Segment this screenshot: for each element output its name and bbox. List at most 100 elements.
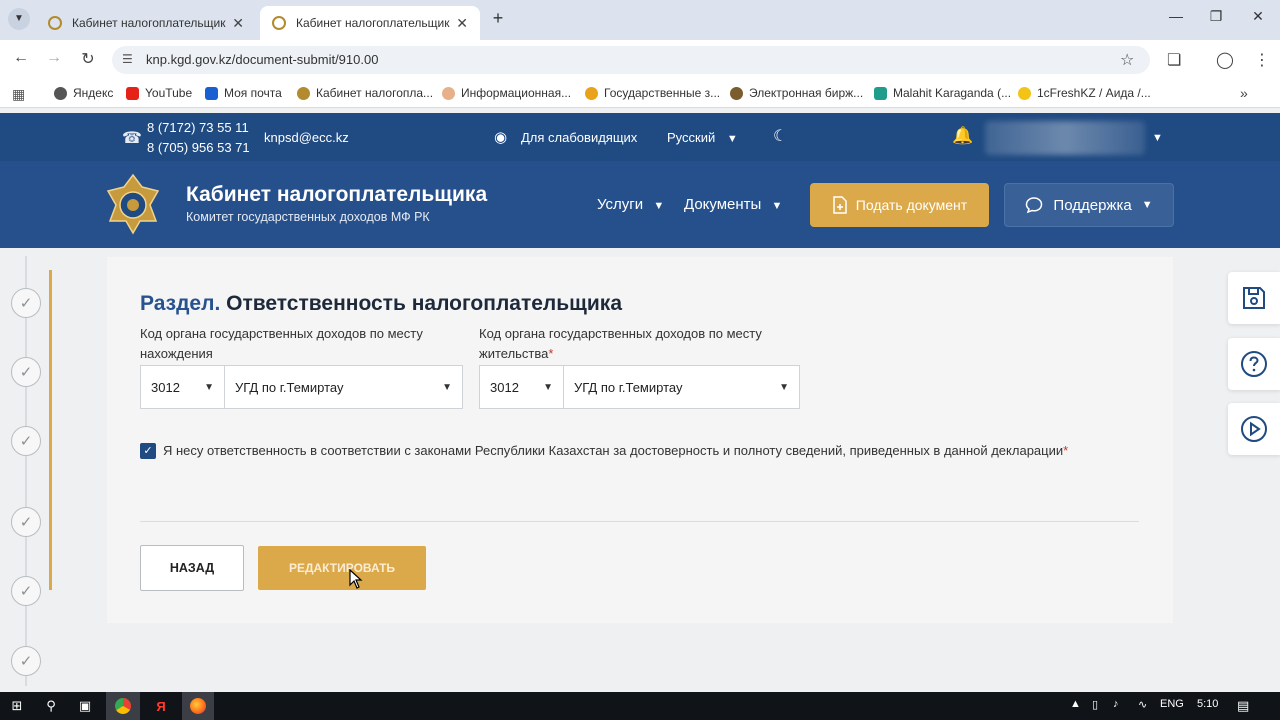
blurred-user-name[interactable]: [985, 121, 1145, 155]
step-6-check-icon[interactable]: ✓: [11, 646, 41, 676]
location-code-value: 3012: [151, 379, 180, 395]
edit-button[interactable]: РЕДАКТИРОВАТЬ: [258, 546, 426, 590]
system-clock[interactable]: 5:10: [1197, 698, 1218, 710]
tab-title: Кабинет налогоплательщика: [296, 16, 451, 30]
location-field-label: Код органа государственных доходов по ме…: [140, 326, 423, 361]
firefox-taskbar-icon[interactable]: [182, 692, 214, 720]
menu-services[interactable]: Услуги ▼: [597, 196, 664, 213]
new-tab-plus-icon[interactable]: +: [488, 8, 508, 29]
tab-search-chevron-icon[interactable]: ▼: [8, 8, 30, 30]
save-floppy-icon: [1243, 287, 1265, 309]
bookmark-cabinet[interactable]: Кабинет налогопла...: [297, 86, 433, 100]
video-guide-button[interactable]: [1228, 403, 1280, 455]
windows-start-icon[interactable]: ⊞: [6, 692, 28, 720]
yandex-browser-icon[interactable]: Я: [148, 692, 174, 720]
profile-icon[interactable]: ◯: [1216, 50, 1234, 70]
keyboard-language[interactable]: ENG: [1160, 698, 1184, 710]
section-title: Раздел. Ответственность налогоплательщик…: [140, 292, 622, 316]
help-button[interactable]: [1228, 338, 1280, 390]
step-3-check-icon[interactable]: ✓: [11, 426, 41, 456]
site-favicon-icon: [272, 16, 286, 30]
task-view-icon[interactable]: ▣: [73, 692, 97, 720]
browser-tab-2[interactable]: Кабинет налогоплательщика ✕: [260, 6, 480, 40]
bookmark-star-icon[interactable]: ☆: [1120, 50, 1134, 70]
chevron-down-icon: ▼: [726, 133, 738, 145]
bookmark-yandex[interactable]: Яндекс: [54, 86, 113, 100]
bookmark-youtube[interactable]: YouTube: [126, 86, 192, 100]
menu-documents[interactable]: Документы ▼: [684, 196, 782, 213]
notification-bell-icon[interactable]: 🔔: [952, 126, 973, 146]
bookmark-malahit[interactable]: Malahit Karaganda (...: [874, 86, 1011, 100]
reload-icon[interactable]: ↻: [77, 49, 99, 69]
user-menu-chevron-icon[interactable]: ▼: [1152, 132, 1163, 144]
phone-icon: ☎: [122, 130, 142, 147]
site-subtitle: Комитет государственных доходов МФ РК: [186, 210, 430, 224]
responsibility-checkbox[interactable]: ✓: [140, 443, 156, 459]
bookmark-exchange[interactable]: Электронная бирж...: [730, 86, 863, 100]
notifications-icon[interactable]: ▤: [1237, 698, 1249, 714]
location-code-select[interactable]: 3012 ▼: [140, 365, 225, 409]
site-title[interactable]: Кабинет налогоплательщика: [186, 183, 487, 207]
site-favicon-icon: [48, 16, 62, 30]
steps-rail: [25, 256, 27, 686]
menu-documents-label: Документы: [684, 196, 762, 213]
wifi-icon[interactable]: ∿: [1138, 698, 1147, 711]
minimize-window-icon[interactable]: —: [1166, 8, 1186, 24]
bookmark-1cfresh[interactable]: 1cFreshKZ / Аида /...: [1018, 86, 1151, 100]
mouse-cursor-icon: [349, 569, 363, 589]
residence-name-select[interactable]: УГД по г.Темиртау ▼: [563, 365, 800, 409]
bookmark-mail[interactable]: Моя почта: [205, 86, 282, 100]
back-button[interactable]: НАЗАД: [140, 545, 244, 591]
save-draft-button[interactable]: [1228, 272, 1280, 324]
location-name-value: УГД по г.Темиртау: [235, 379, 344, 395]
current-step-indicator: [49, 270, 52, 590]
apps-grid-icon[interactable]: ▦: [12, 86, 25, 103]
globe-icon: [54, 86, 67, 100]
location-name-select[interactable]: УГД по г.Темиртау ▼: [224, 365, 463, 409]
extensions-puzzle-icon[interactable]: ❏: [1167, 50, 1181, 70]
dark-mode-moon-icon[interactable]: ☾: [773, 126, 787, 146]
support-button[interactable]: Поддержка ▼: [1004, 183, 1174, 227]
close-tab-icon[interactable]: ✕: [232, 15, 244, 32]
chevron-down-icon: ▼: [1141, 199, 1153, 211]
question-circle-icon: [1241, 351, 1267, 377]
restore-window-icon[interactable]: ❐: [1206, 8, 1226, 25]
residence-name-value: УГД по г.Темиртау: [574, 379, 683, 395]
phone-number-2[interactable]: 8 (705) 956 53 71: [147, 140, 250, 155]
exchange-site-icon: [730, 86, 743, 100]
step-5-check-icon[interactable]: ✓: [11, 576, 41, 606]
accessibility-link[interactable]: Для слабовидящих: [521, 130, 637, 145]
submit-document-button[interactable]: Подать документ: [810, 183, 989, 227]
tray-chevron-up-icon[interactable]: ▲: [1070, 698, 1081, 710]
step-2-check-icon[interactable]: ✓: [11, 357, 41, 387]
phone-number-1[interactable]: 8 (7172) 73 55 11: [147, 120, 249, 135]
url-text[interactable]: knp.kgd.gov.kz/document-submit/910.00: [146, 52, 378, 67]
step-1-check-icon[interactable]: ✓: [11, 288, 41, 318]
responsibility-checkbox-label[interactable]: Я несу ответственность в соответствии с …: [163, 443, 1068, 458]
state-revenue-emblem-icon[interactable]: [106, 173, 160, 235]
step-4-check-icon[interactable]: ✓: [11, 507, 41, 537]
malahit-site-icon: [874, 86, 887, 100]
forward-arrow-icon[interactable]: →: [43, 49, 65, 67]
support-email[interactable]: knpsd@ecc.kz: [264, 130, 349, 145]
eye-icon: ◉: [494, 129, 508, 146]
menu-services-label: Услуги: [597, 196, 644, 213]
search-icon[interactable]: ⚲: [40, 692, 62, 720]
browser-menu-icon[interactable]: ⋮: [1254, 50, 1270, 70]
residence-code-value: 3012: [490, 379, 519, 395]
more-bookmarks-chevron-icon[interactable]: »: [1240, 85, 1248, 101]
bookmark-info[interactable]: Информационная...: [442, 86, 571, 100]
volume-icon[interactable]: ♪: [1113, 698, 1119, 710]
residence-code-select[interactable]: 3012 ▼: [479, 365, 564, 409]
site-info-icon[interactable]: ☰: [122, 52, 133, 66]
back-arrow-icon[interactable]: ←: [10, 49, 32, 67]
chrome-taskbar-icon[interactable]: [106, 692, 140, 720]
support-label: Поддержка: [1053, 196, 1132, 214]
close-tab-icon[interactable]: ✕: [456, 15, 468, 32]
battery-icon[interactable]: ▯: [1092, 698, 1098, 711]
bookmark-gov[interactable]: Государственные з...: [585, 86, 720, 100]
browser-tab-1[interactable]: Кабинет налогоплательщика ✕: [36, 6, 256, 40]
form-divider: [140, 521, 1139, 522]
language-selector[interactable]: Русский ▼: [667, 130, 738, 145]
close-window-icon[interactable]: ✕: [1248, 8, 1268, 25]
